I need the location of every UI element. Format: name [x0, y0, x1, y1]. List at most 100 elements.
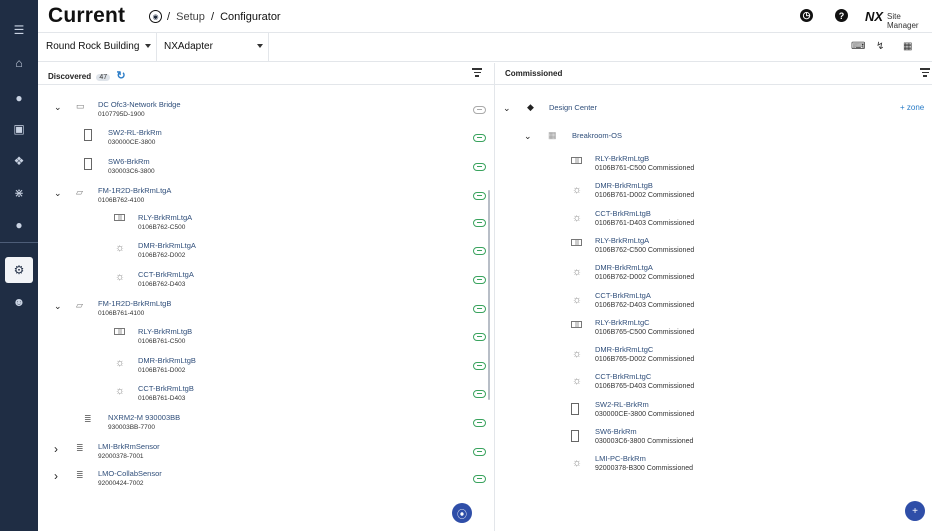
link-icon[interactable] — [473, 305, 486, 313]
link-icon[interactable] — [473, 192, 486, 200]
chevron-down-icon[interactable]: ⌄ — [524, 131, 532, 142]
tree-node-root[interactable]: ⌄ ◆ Design Center — [503, 100, 923, 126]
chevron-down-icon[interactable]: ⌄ — [54, 301, 62, 312]
commissioned-device-row[interactable]: ☼ CCT-BrkRmLtgC 0106B765-D403 Commissioned — [569, 372, 869, 398]
discovered-device-row[interactable]: RLY-BrkRmLtgA 0106B762-C500 — [52, 213, 492, 239]
discovered-device-row[interactable]: ☼ DMR-BrkRmLtgB 0106B761-D002 — [52, 356, 492, 382]
commissioned-device-row[interactable]: ☼ LMI-PC-BrkRm 92000378-B300 Commissioned — [569, 454, 869, 480]
discovered-title: Discovered 47 ↻ — [48, 69, 126, 82]
refresh-icon[interactable]: ↻ — [116, 69, 125, 82]
device-name: DMR-BrkRmLtgA — [595, 263, 653, 273]
menu-icon[interactable]: ☰ — [9, 20, 29, 40]
device-id: 92000424-7002 — [98, 480, 144, 487]
relay-icon — [114, 214, 125, 221]
switch-icon — [571, 402, 579, 415]
chevron-down-icon[interactable]: ⌄ — [54, 102, 62, 113]
device-name: RLY-BrkRmLtgB — [138, 327, 193, 336]
chevron-down-icon — [145, 44, 152, 49]
device-name: DMR-BrkRmLtgA — [138, 241, 196, 250]
switch-icon — [84, 129, 92, 141]
commissioned-device-row[interactable]: ☼ CCT-BrkRmLtgA 0106B762-D403 Commissioned — [569, 291, 869, 317]
commissioned-device-row[interactable]: SW6-BrkRm 030003C6-3800 Commissioned — [569, 427, 869, 453]
discovered-label: Discovered — [48, 72, 92, 81]
discovered-device-row[interactable]: › ≣ LMO-CollabSensor 92000424-7002 — [52, 469, 492, 495]
add-button[interactable]: + — [905, 501, 925, 521]
wand-icon[interactable]: ⌨ — [851, 41, 865, 52]
discovered-device-row[interactable]: ⌄ ▱ FM-1R2D-BrkRmLtgB 0106B761-4100 — [52, 299, 492, 325]
link-icon[interactable] — [473, 390, 486, 398]
relay-icon — [114, 328, 125, 335]
device-status: 0106B765-D002 Commissioned — [595, 356, 695, 364]
link-icon[interactable] — [473, 106, 486, 114]
device-id: 030000CE-3800 — [108, 139, 156, 146]
device-name: CCT-BrkRmLtgC — [595, 372, 652, 382]
site-manager-label[interactable]: Site Manager — [887, 12, 932, 30]
device-name: CCT-BrkRmLtgA — [595, 290, 651, 300]
link-icon[interactable] — [473, 247, 486, 255]
current-logo[interactable]: Current — [48, 4, 125, 28]
chevron-down-icon[interactable]: ⌄ — [54, 188, 62, 199]
selector-row: Round Rock Building NXAdapter ⌨ ↯ ▦ — [38, 32, 932, 62]
gear-icon[interactable]: ⚙ — [5, 257, 33, 283]
device-name: LMI-PC-BrkRm — [595, 454, 646, 464]
link-icon[interactable] — [473, 475, 486, 483]
discovered-device-row[interactable]: ⌄ ▭ DC Ofc3-Network Bridge 0107795D-1900 — [52, 100, 492, 126]
commissioned-device-row[interactable]: ☼ CCT-BrkRmLtgB 0106B761-D403 Commissioned — [569, 209, 869, 235]
panel-divider — [494, 63, 495, 531]
discovered-device-row[interactable]: SW6-BrkRm 030003C6-3800 — [52, 157, 492, 183]
breadcrumb-setup[interactable]: Setup — [176, 11, 205, 23]
filter-icon[interactable] — [472, 68, 482, 78]
commissioned-device-row[interactable]: RLY-BrkRmLtgC 0106B765-C500 Commissioned — [569, 318, 869, 344]
building-select[interactable]: Round Rock Building — [46, 41, 152, 52]
chevron-down-icon[interactable]: ⌄ — [503, 103, 511, 114]
tool-icon[interactable]: ↯ — [876, 41, 884, 52]
fixture-icon: ▱ — [76, 187, 83, 197]
device-name: NXRM2-M 930003BB — [108, 413, 181, 422]
signal-icon[interactable]: ⋇ — [9, 183, 29, 203]
broadcast-button[interactable]: ⦿ — [452, 503, 472, 523]
chevron-right-icon[interactable]: › — [54, 469, 58, 483]
link-icon[interactable] — [473, 276, 486, 284]
help-icon[interactable]: ? — [835, 9, 848, 22]
commissioned-device-row[interactable]: SW2-RL-BrkRm 030000CE-3800 Commissioned — [569, 400, 869, 426]
image-icon[interactable]: ▦ — [903, 41, 912, 52]
commissioned-device-row[interactable]: ☼ DMR-BrkRmLtgC 0106B765-D002 Commissioned — [569, 345, 869, 371]
link-icon[interactable] — [473, 134, 486, 142]
chevron-right-icon[interactable]: › — [54, 442, 58, 456]
link-icon[interactable] — [473, 448, 486, 456]
clock-icon[interactable]: ◷ — [800, 9, 813, 22]
device-id: 92000378-7001 — [98, 453, 144, 460]
tree-node-group[interactable]: ⌄ ▦ Breakroom-OS — [524, 128, 904, 154]
filter-icon[interactable] — [920, 68, 930, 78]
commissioned-device-row[interactable]: ☼ DMR-BrkRmLtgB 0106B761-D002 Commissioned — [569, 181, 869, 207]
add-zone-link[interactable]: + zone — [900, 103, 924, 112]
user-icon[interactable]: ☻ — [9, 292, 29, 312]
discovered-device-row[interactable]: ☼ CCT-BrkRmLtgA 0106B762-D403 — [52, 270, 492, 296]
calendar-icon[interactable]: ▣ — [9, 119, 29, 139]
discovered-device-row[interactable]: SW2-RL-BrkRm 030000CE-3800 — [52, 128, 492, 154]
adapter-select[interactable]: NXAdapter — [164, 41, 263, 52]
discovered-device-row[interactable]: › ≣ LMI-BrkRmSensor 92000378-7001 — [52, 442, 492, 468]
commissioned-device-row[interactable]: RLY-BrkRmLtgA 0106B762-C500 Commissioned — [569, 236, 869, 262]
link-icon[interactable] — [473, 362, 486, 370]
link-icon[interactable] — [473, 333, 486, 341]
discovered-device-row[interactable]: ☼ DMR-BrkRmLtgA 0106B762-D002 — [52, 241, 492, 267]
discovered-device-row[interactable]: ≣ NXRM2-M 930003BB 930003BB-7700 — [52, 413, 492, 439]
commissioned-device-row[interactable]: ☼ DMR-BrkRmLtgA 0106B762-D002 Commissioned — [569, 263, 869, 289]
link-icon[interactable] — [473, 163, 486, 171]
discovered-device-row[interactable]: RLY-BrkRmLtgB 0106B761-C500 — [52, 327, 492, 353]
discovered-device-row[interactable]: ☼ CCT-BrkRmLtgB 0106B761-D403 — [52, 384, 492, 410]
network-bridge-icon: ▭ — [76, 101, 85, 111]
home-icon[interactable]: ⌂ — [9, 53, 29, 73]
notification-icon[interactable]: ● — [9, 88, 29, 108]
commissioned-device-row[interactable]: RLY-BrkRmLtgB 0106B761-C500 Commissioned — [569, 154, 869, 180]
breadcrumb: / Setup / Configurator — [164, 11, 281, 23]
lightbulb-icon: ☼ — [114, 385, 126, 397]
link-icon[interactable] — [473, 219, 486, 227]
device-name: RLY-BrkRmLtgC — [595, 317, 650, 327]
lightbulb-icon[interactable]: ● — [9, 215, 29, 235]
discovered-scrollbar[interactable] — [488, 190, 490, 400]
link-icon[interactable] — [473, 419, 486, 427]
discovered-device-row[interactable]: ⌄ ▱ FM-1R2D-BrkRmLtgA 0106B762-4100 — [52, 186, 492, 212]
power-icon[interactable]: ❖ — [9, 151, 29, 171]
